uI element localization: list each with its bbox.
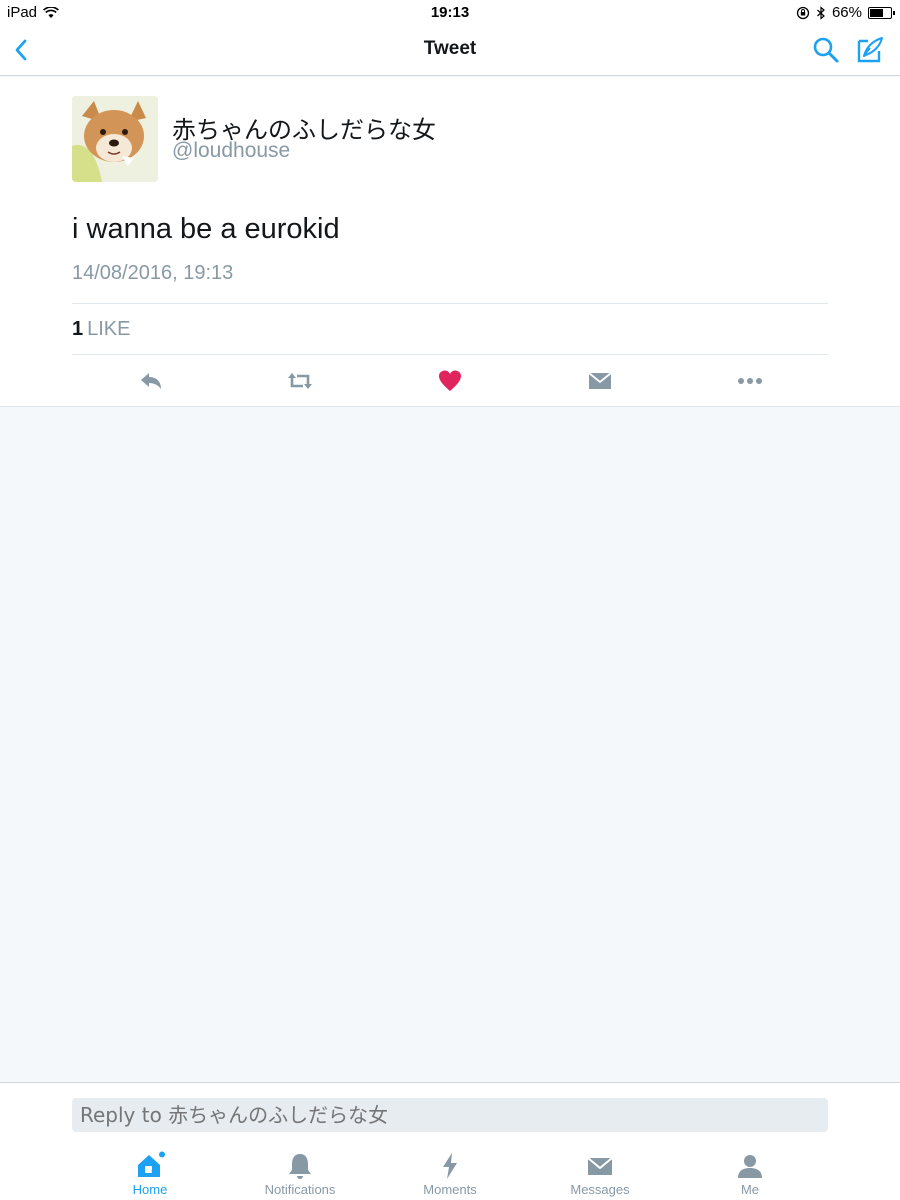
compose-icon[interactable] — [856, 36, 884, 64]
tab-bar: Home Notifications Moments Messages Me — [0, 1149, 900, 1200]
status-time: 19:13 — [430, 4, 470, 21]
lightning-icon — [443, 1153, 457, 1179]
author-handle[interactable]: @loudhouse — [172, 139, 290, 163]
bell-icon — [289, 1154, 311, 1179]
battery-fill — [870, 8, 883, 17]
tab-label: Notifications — [264, 1182, 336, 1197]
tweet-timestamp: 14/08/2016, 19:13 — [72, 262, 234, 284]
reply-icon[interactable] — [137, 367, 165, 395]
person-icon — [738, 1155, 762, 1178]
tab-label: Me — [740, 1182, 760, 1197]
envelope-icon — [587, 1157, 613, 1175]
retweet-icon[interactable] — [286, 367, 314, 395]
tab-label: Messages — [570, 1182, 630, 1197]
tab-home[interactable]: Home — [75, 1149, 225, 1200]
avatar[interactable] — [72, 96, 158, 182]
like-label: LIKE — [87, 318, 131, 340]
tab-me[interactable]: Me — [675, 1149, 825, 1200]
tab-label: Home — [132, 1182, 168, 1197]
tab-notifications[interactable]: Notifications — [225, 1149, 375, 1200]
status-bar: iPad 19:13 66% — [0, 0, 900, 26]
like-icon[interactable] — [436, 367, 464, 395]
tweet-text: i wanna be a eurokid — [72, 213, 340, 245]
page-title: Tweet — [423, 38, 477, 59]
dog-avatar-image — [72, 96, 158, 182]
search-icon[interactable] — [812, 36, 840, 64]
divider — [72, 303, 828, 304]
tab-moments[interactable]: Moments — [375, 1149, 525, 1200]
navigation-bar: Tweet — [0, 26, 900, 76]
home-icon — [138, 1151, 165, 1177]
orientation-lock-icon — [796, 6, 810, 19]
reply-input[interactable] — [72, 1098, 828, 1132]
more-icon[interactable] — [736, 367, 764, 395]
tweet-actions — [72, 367, 828, 395]
bottom-bar: Home Notifications Moments Messages — [0, 1082, 900, 1200]
battery-icon — [868, 6, 895, 19]
direct-message-icon[interactable] — [586, 367, 614, 395]
tweet-detail: 赤ちゃんのふしだらな女 @loudhouse i wanna be a euro… — [0, 77, 900, 407]
bluetooth-icon — [817, 5, 825, 20]
tab-messages[interactable]: Messages — [525, 1149, 675, 1200]
battery-percent: 66% — [831, 4, 862, 21]
likes-row[interactable]: 1 LIKE — [72, 318, 130, 341]
divider — [72, 354, 828, 355]
like-count: 1 — [72, 318, 84, 340]
tab-label: Moments — [423, 1182, 477, 1197]
status-right: 66% — [796, 4, 895, 21]
